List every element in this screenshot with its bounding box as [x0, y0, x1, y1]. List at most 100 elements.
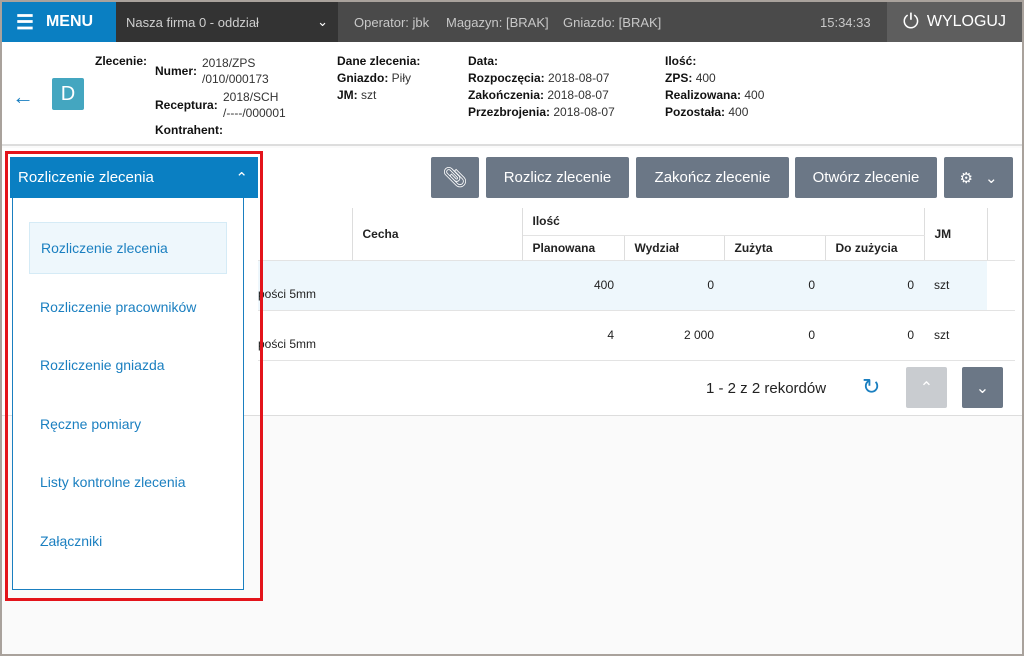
numer-value-2: /010/000173	[202, 72, 269, 86]
label: Zakończenia:	[468, 88, 545, 102]
col-planowana[interactable]: Planowana	[522, 235, 625, 261]
order-header: ← D Zlecenie: Numer: 2018/ZPS /010/00017…	[2, 42, 1022, 146]
hamburger-icon: ☰	[16, 11, 34, 34]
label: Realizowana:	[665, 88, 742, 102]
firm-value: Nasza firma 0 - oddział	[126, 14, 259, 30]
status-badge: D	[52, 78, 84, 110]
numer-value-1: 2018/ZPS	[202, 56, 256, 70]
label: Rozpoczęcia:	[468, 71, 545, 85]
gniazdo-info: Gniazdo: [BRAK]	[563, 2, 661, 42]
realizowana-row: Realizowana: 400	[665, 88, 764, 102]
label: Przezbrojenia:	[468, 105, 551, 119]
dane-label: Dane zlecenia:	[337, 54, 421, 68]
label: JM:	[337, 88, 358, 102]
app-window: ☰ MENU Nasza firma 0 - oddział ⌄ Operator:…	[2, 2, 1022, 654]
chevron-down-icon: ⌄	[317, 14, 328, 29]
zlecenie-label: Zlecenie:	[95, 54, 148, 68]
menu-button[interactable]: ☰ MENU	[2, 2, 116, 42]
kontrahent-label: Kontrahent:	[155, 123, 223, 137]
zakonczenia-row: Zakończenia: 2018-08-07	[468, 88, 609, 102]
back-arrow-icon[interactable]: ←	[12, 84, 34, 110]
page-down-button[interactable]: ⌄	[962, 367, 1003, 408]
cell-planowana: 4	[522, 310, 624, 361]
logout-button[interactable]: ⏻ WYLOGUJ	[887, 2, 1022, 42]
paperclip-icon: 📎︎	[442, 167, 468, 189]
rozpoczecia-row: Rozpoczęcia: 2018-08-07	[468, 71, 609, 85]
cell-name: pości 5mm	[258, 260, 522, 311]
value: Piły	[391, 71, 412, 85]
cell-planowana: 400	[522, 260, 624, 311]
settings-menu-button[interactable]: ⚙ ⌄	[944, 157, 1013, 198]
data-label: Data:	[468, 54, 499, 68]
label: ZPS:	[665, 71, 693, 85]
col-group-ilosc: Ilość	[522, 208, 925, 236]
value: 2018-08-07	[547, 88, 609, 102]
top-bar: ☰ MENU Nasza firma 0 - oddział ⌄ Operator:…	[2, 2, 1022, 42]
zakoncz-button[interactable]: Zakończ zlecenie	[636, 157, 789, 198]
col-zuzyta[interactable]: Zużyta	[724, 235, 826, 261]
power-icon: ⏻	[903, 10, 919, 33]
gear-icon: ⚙	[959, 169, 973, 187]
pozostala-row: Pozostała: 400	[665, 105, 748, 119]
label: Pozostała:	[665, 105, 726, 119]
logout-label: WYLOGUJ	[926, 13, 1006, 30]
attachment-button[interactable]: 📎︎	[431, 157, 479, 198]
table-row[interactable]: pości 5mm 400 0 0 0 szt	[258, 260, 1015, 311]
record-count: 1 - 2 z 2 rekordów	[706, 380, 827, 397]
receptura-label: Receptura:	[155, 98, 218, 112]
cell-wydzial: 0	[624, 260, 724, 311]
zps-row: ZPS: 400	[665, 71, 716, 85]
rozlicz-button[interactable]: Rozlicz zlecenie	[486, 157, 629, 198]
page-up-button[interactable]: ⌃	[906, 367, 947, 408]
cell-wydzial: 2 000	[624, 310, 724, 361]
cell-do-zuzycia: 0	[825, 260, 924, 311]
value: 400	[728, 105, 749, 119]
numer-label: Numer:	[155, 64, 198, 78]
col-cecha[interactable]: Cecha	[352, 208, 523, 261]
chevron-down-icon: ⌄	[984, 169, 998, 187]
ilosc-label: Ilość:	[665, 54, 697, 68]
menu-label: MENU	[45, 13, 94, 30]
cell-name: pości 5mm	[258, 310, 522, 361]
otworz-button[interactable]: Otwórz zlecenie	[795, 157, 937, 198]
highlight-box	[5, 151, 263, 601]
magazyn-info: Magazyn: [BRAK]	[446, 2, 549, 42]
cell-jm: szt	[924, 310, 987, 361]
przezbrojenia-row: Przezbrojenia: 2018-08-07	[468, 105, 615, 119]
receptura-value-1: 2018/SCH	[223, 90, 279, 104]
value: 2018-08-07	[553, 105, 615, 119]
firm-select[interactable]: Nasza firma 0 - oddział ⌄	[116, 2, 338, 42]
cell-do-zuzycia: 0	[825, 310, 924, 361]
cell-spacer	[987, 260, 1015, 311]
clock: 15:34:33	[820, 14, 871, 30]
cell-spacer	[987, 310, 1015, 361]
col-wydzial[interactable]: Wydział	[624, 235, 725, 261]
label: Gniazdo:	[337, 71, 389, 85]
operator-label: Operator:	[354, 14, 409, 30]
table-row[interactable]: pości 5mm 4 2 000 0 0 szt	[258, 310, 1015, 361]
col-jm[interactable]: JM	[924, 208, 988, 261]
value: 2018-08-07	[548, 71, 610, 85]
chevron-down-icon: ⌄	[975, 379, 990, 397]
gniazdo-label: Gniazdo:	[563, 14, 616, 30]
cell-zuzyta: 0	[724, 260, 825, 311]
hidden-column-header	[258, 208, 353, 261]
col-do-zuzycia[interactable]: Do zużycia	[825, 235, 925, 261]
jm-row: JM: szt	[337, 88, 376, 102]
materials-table: Cecha Ilość JM Planowana Wydział Zużyta …	[258, 208, 1015, 361]
receptura-value-2: /----/000001	[223, 106, 286, 120]
chevron-up-icon: ⌃	[919, 379, 934, 397]
cell-jm: szt	[924, 260, 987, 311]
magazyn-value: [BRAK]	[506, 14, 549, 30]
value: szt	[361, 88, 377, 102]
cell-zuzyta: 0	[724, 310, 825, 361]
magazyn-label: Magazyn:	[446, 14, 503, 30]
operator-value: jbk	[412, 14, 430, 30]
operator-info: Operator: jbk	[354, 2, 429, 42]
col-spacer	[987, 208, 1015, 261]
value: 400	[695, 71, 716, 85]
refresh-icon[interactable]: ↻	[862, 374, 880, 400]
gniazdo-row: Gniazdo: Piły	[337, 71, 411, 85]
value: 400	[744, 88, 765, 102]
gniazdo-value: [BRAK]	[618, 14, 662, 30]
